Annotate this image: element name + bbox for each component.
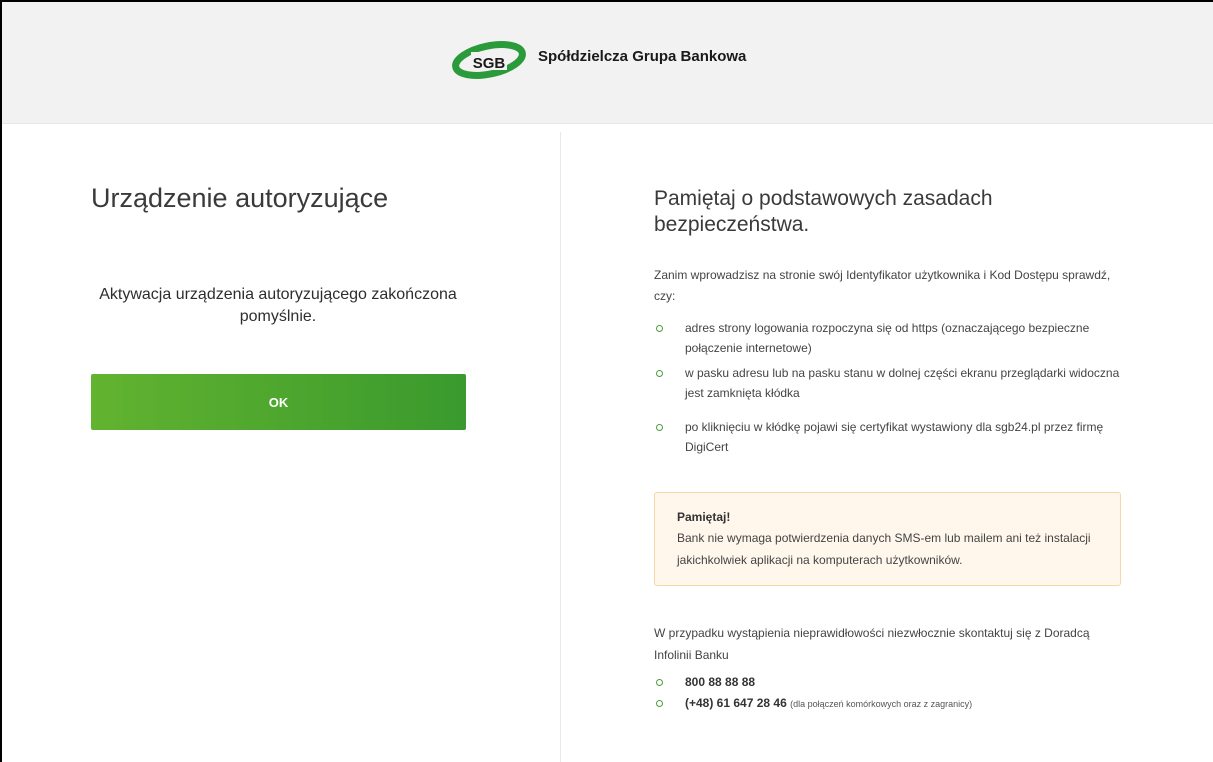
phone-note: (dla połączeń komórkowych oraz z zagrani… xyxy=(790,699,973,709)
circle-bullet-icon xyxy=(656,325,663,332)
success-message: Aktywacja urządzenia autoryzującego zako… xyxy=(99,286,457,325)
phone-list: 800 88 88 88 (+48) 61 647 28 46 (dla poł… xyxy=(654,672,972,714)
brand-name: Spółdzielcza Grupa Bankowa xyxy=(538,48,747,65)
column-divider xyxy=(560,132,561,762)
tip-text: po kliknięciu w kłódkę pojawi się certyf… xyxy=(685,420,1104,454)
phone-number: 800 88 88 88 xyxy=(685,675,756,689)
security-intro: Zanim wprowadzisz na stronie swój Identy… xyxy=(654,268,1111,303)
security-tips-list: adres strony logowania rozpoczyna się od… xyxy=(654,318,1134,457)
reminder-box: Pamiętaj! Bank nie wymaga potwierdzenia … xyxy=(654,492,1121,586)
tip-text: adres strony logowania rozpoczyna się od… xyxy=(685,321,1090,355)
list-item: po kliknięciu w kłódkę pojawi się certyf… xyxy=(654,417,1134,457)
circle-bullet-icon xyxy=(656,679,663,686)
header: SGB Spółdzielcza Grupa Bankowa xyxy=(2,2,1213,124)
sgb-logo-icon: SGB xyxy=(452,41,526,79)
list-item: (+48) 61 647 28 46 (dla połączeń komórko… xyxy=(654,693,972,714)
tip-text: w pasku adresu lub na pasku stanu w doln… xyxy=(685,366,1120,400)
list-item: 800 88 88 88 xyxy=(654,672,972,693)
reminder-text: Bank nie wymaga potwierdzenia danych SMS… xyxy=(677,531,1091,567)
reminder-title: Pamiętaj! xyxy=(677,510,731,524)
security-title: Pamiętaj o podstawowych zasadach bezpiec… xyxy=(654,187,993,236)
circle-bullet-icon xyxy=(656,700,663,707)
svg-text:SGB: SGB xyxy=(473,55,506,72)
ok-button[interactable]: OK xyxy=(91,374,466,430)
contact-text: W przypadku wystąpienia nieprawidłowości… xyxy=(654,626,1090,662)
circle-bullet-icon xyxy=(656,370,663,377)
list-item: adres strony logowania rozpoczyna się od… xyxy=(654,318,1134,363)
phone-number: (+48) 61 647 28 46 xyxy=(685,696,787,710)
list-item: w pasku adresu lub na pasku stanu w doln… xyxy=(654,363,1134,417)
page-title: Urządzenie autoryzujące xyxy=(91,183,389,213)
circle-bullet-icon xyxy=(656,424,663,431)
